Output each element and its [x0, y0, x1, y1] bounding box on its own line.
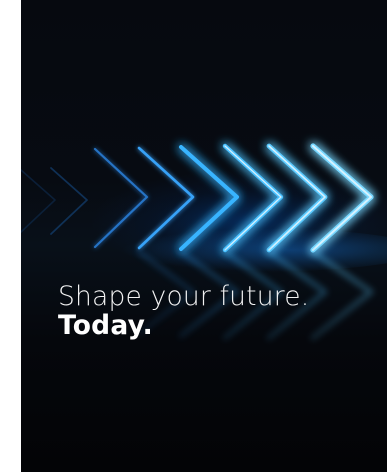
- neon-chevron-arrows-graphic: [21, 143, 387, 341]
- headline-line-1: Shape your future.: [58, 281, 310, 312]
- headline-line-2: Today.: [58, 309, 153, 341]
- promo-banner: Shape your future. Today.: [21, 0, 387, 472]
- chevron-arrow-icon: [93, 147, 149, 249]
- chevron-arrow-icon: [21, 169, 56, 233]
- headline: Shape your future. Today.: [58, 281, 310, 341]
- page: Shape your future. Today.: [0, 0, 387, 472]
- chevron-arrow-icon: [50, 167, 88, 235]
